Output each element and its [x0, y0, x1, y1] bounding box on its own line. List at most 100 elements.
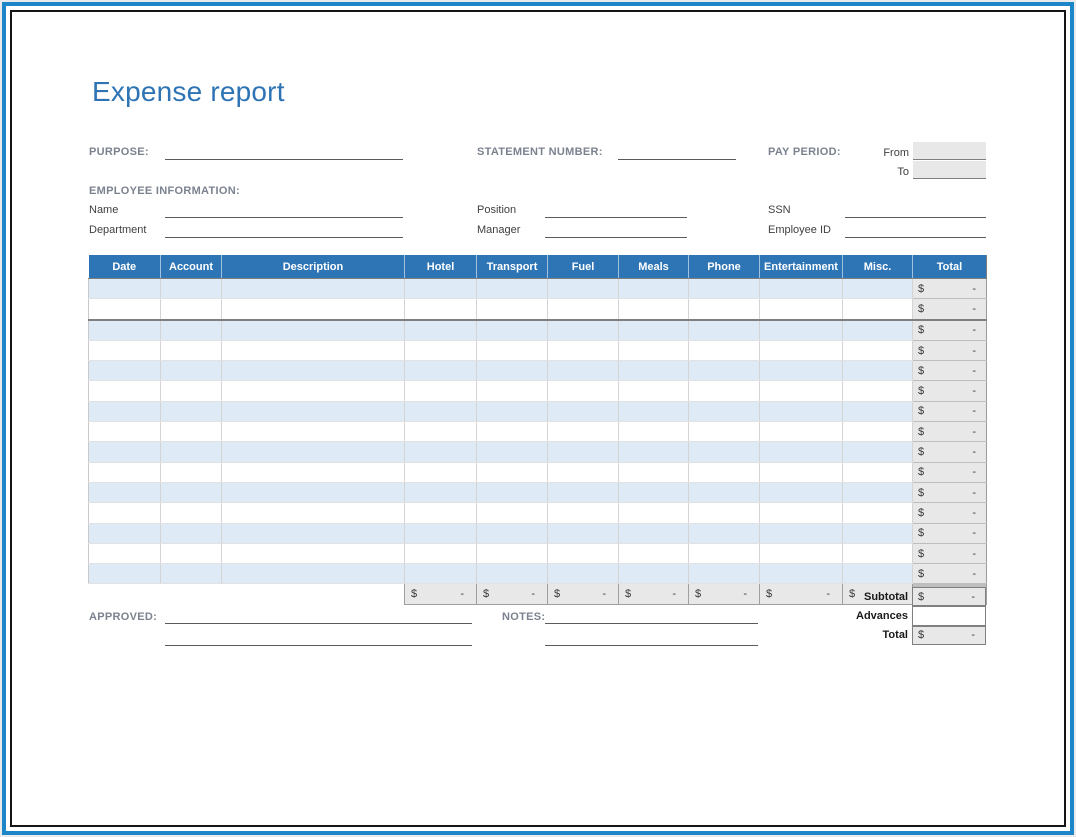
pay-period-to-field[interactable]: [913, 161, 986, 179]
expense-cell[interactable]: [619, 401, 689, 421]
row-total-cell[interactable]: $-: [913, 320, 987, 341]
expense-cell[interactable]: [222, 279, 405, 299]
expense-cell[interactable]: [161, 564, 222, 584]
expense-cell[interactable]: [89, 503, 161, 523]
expense-cell[interactable]: [89, 462, 161, 482]
expense-cell[interactable]: [222, 442, 405, 462]
expense-cell[interactable]: [161, 482, 222, 502]
expense-cell[interactable]: [477, 381, 548, 401]
expense-cell[interactable]: [760, 564, 843, 584]
expense-cell[interactable]: [405, 401, 477, 421]
expense-cell[interactable]: [222, 361, 405, 381]
expense-cell[interactable]: [619, 381, 689, 401]
expense-cell[interactable]: [548, 564, 619, 584]
expense-cell[interactable]: [689, 320, 760, 341]
manager-field[interactable]: [545, 219, 687, 238]
expense-cell[interactable]: [477, 361, 548, 381]
expense-cell[interactable]: [405, 442, 477, 462]
expense-cell[interactable]: [405, 503, 477, 523]
expense-cell[interactable]: [843, 482, 913, 502]
expense-cell[interactable]: [619, 543, 689, 563]
expense-cell[interactable]: [161, 442, 222, 462]
expense-cell[interactable]: [689, 340, 760, 360]
expense-cell[interactable]: [477, 503, 548, 523]
expense-cell[interactable]: [548, 482, 619, 502]
notes-line-1[interactable]: [545, 605, 758, 624]
expense-cell[interactable]: [689, 279, 760, 299]
expense-cell[interactable]: [222, 381, 405, 401]
expense-cell[interactable]: [161, 462, 222, 482]
expense-cell[interactable]: [89, 543, 161, 563]
expense-cell[interactable]: [161, 401, 222, 421]
expense-cell[interactable]: [619, 503, 689, 523]
expense-cell[interactable]: [222, 422, 405, 442]
expense-cell[interactable]: [619, 442, 689, 462]
total-value-cell[interactable]: $-: [912, 626, 986, 645]
expense-cell[interactable]: [619, 299, 689, 320]
expense-cell[interactable]: [89, 564, 161, 584]
expense-cell[interactable]: [689, 381, 760, 401]
column-total-cell-fuel[interactable]: $-: [548, 584, 619, 604]
approved-signature-line-2[interactable]: [165, 627, 472, 646]
expense-cell[interactable]: [760, 381, 843, 401]
expense-cell[interactable]: [477, 543, 548, 563]
expense-cell[interactable]: [760, 361, 843, 381]
row-total-cell[interactable]: $-: [913, 279, 987, 299]
expense-cell[interactable]: [477, 340, 548, 360]
expense-cell[interactable]: [161, 340, 222, 360]
expense-cell[interactable]: [548, 422, 619, 442]
expense-cell[interactable]: [405, 462, 477, 482]
expense-cell[interactable]: [548, 299, 619, 320]
expense-cell[interactable]: [843, 279, 913, 299]
expense-cell[interactable]: [89, 361, 161, 381]
expense-cell[interactable]: [760, 279, 843, 299]
expense-cell[interactable]: [548, 320, 619, 341]
expense-cell[interactable]: [548, 503, 619, 523]
expense-cell[interactable]: [222, 523, 405, 543]
row-total-cell[interactable]: $-: [913, 564, 987, 584]
expense-cell[interactable]: [619, 361, 689, 381]
row-total-cell[interactable]: $-: [913, 340, 987, 360]
expense-cell[interactable]: [222, 564, 405, 584]
expense-cell[interactable]: [477, 401, 548, 421]
expense-cell[interactable]: [222, 543, 405, 563]
expense-cell[interactable]: [89, 442, 161, 462]
expense-cell[interactable]: [405, 381, 477, 401]
expense-cell[interactable]: [689, 442, 760, 462]
column-total-cell-hotel[interactable]: $-: [405, 584, 477, 604]
employee-id-field[interactable]: [845, 219, 986, 238]
expense-cell[interactable]: [843, 381, 913, 401]
expense-cell[interactable]: [689, 543, 760, 563]
expense-cell[interactable]: [405, 320, 477, 341]
name-field[interactable]: [165, 199, 403, 218]
expense-cell[interactable]: [477, 320, 548, 341]
expense-cell[interactable]: [161, 422, 222, 442]
row-total-cell[interactable]: $-: [913, 482, 987, 502]
expense-cell[interactable]: [843, 442, 913, 462]
statement-number-field[interactable]: [618, 141, 736, 160]
expense-cell[interactable]: [89, 279, 161, 299]
expense-cell[interactable]: [843, 564, 913, 584]
expense-cell[interactable]: [222, 462, 405, 482]
expense-cell[interactable]: [843, 320, 913, 341]
expense-cell[interactable]: [89, 482, 161, 502]
expense-cell[interactable]: [760, 442, 843, 462]
expense-cell[interactable]: [222, 401, 405, 421]
expense-cell[interactable]: [477, 482, 548, 502]
expense-cell[interactable]: [689, 299, 760, 320]
expense-cell[interactable]: [89, 523, 161, 543]
expense-cell[interactable]: [760, 401, 843, 421]
expense-cell[interactable]: [405, 361, 477, 381]
expense-cell[interactable]: [619, 422, 689, 442]
expense-cell[interactable]: [477, 442, 548, 462]
expense-cell[interactable]: [161, 503, 222, 523]
row-total-cell[interactable]: $-: [913, 462, 987, 482]
expense-cell[interactable]: [843, 361, 913, 381]
expense-cell[interactable]: [689, 401, 760, 421]
expense-cell[interactable]: [405, 299, 477, 320]
expense-cell[interactable]: [619, 279, 689, 299]
expense-cell[interactable]: [689, 361, 760, 381]
expense-cell[interactable]: [760, 422, 843, 442]
expense-cell[interactable]: [222, 320, 405, 341]
expense-cell[interactable]: [689, 523, 760, 543]
